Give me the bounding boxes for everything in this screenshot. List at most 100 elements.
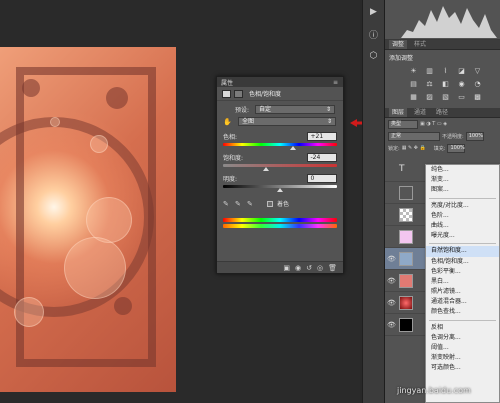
- menu-item[interactable]: 渐变...: [426, 175, 499, 185]
- properties-panel[interactable]: 属性 ≡ 色相/饱和度 预设: 自定 ⇕ ✋ 全图 ⇕ 色相: +21 饱和度: -…: [216, 76, 344, 274]
- saturation-field[interactable]: -24: [307, 153, 337, 162]
- visibility-icon[interactable]: 👁: [387, 299, 396, 307]
- tab-channels[interactable]: 通道: [411, 108, 429, 117]
- curves-icon[interactable]: ⌇: [441, 67, 450, 75]
- chevron-down-icon: ⇕: [325, 106, 331, 113]
- saturation-track: [223, 164, 337, 167]
- menu-item[interactable]: 色彩平衡...: [426, 267, 499, 277]
- visibility-icon[interactable]: 👁: [387, 277, 396, 285]
- hue-label: 色相:: [223, 134, 238, 141]
- saturation-slider[interactable]: [223, 164, 337, 172]
- add-adjustment-label: 添加调整: [389, 55, 414, 62]
- histogram-panel: [385, 0, 500, 40]
- hue-track: [223, 143, 337, 146]
- levels-icon[interactable]: ▥: [425, 67, 434, 75]
- black-white-icon[interactable]: ◧: [441, 80, 450, 88]
- posterize-icon[interactable]: ▨: [425, 93, 434, 101]
- brightness-icon[interactable]: ☀: [409, 67, 418, 75]
- photo-filter-icon[interactable]: ◉: [457, 80, 466, 88]
- opacity-field[interactable]: 100%: [465, 131, 484, 141]
- eyedropper-minus-icon[interactable]: ✎: [247, 200, 255, 208]
- menu-item[interactable]: 纯色...: [426, 165, 499, 175]
- saturation-slider-handle[interactable]: [263, 167, 270, 171]
- chevron-down-icon: ⇕: [326, 118, 332, 125]
- filter-icons[interactable]: ▣ ◑ T ▭ ◈: [420, 121, 447, 127]
- panel-menu-icon[interactable]: ≡: [333, 79, 339, 86]
- channel-select[interactable]: 全图 ⇕: [238, 117, 336, 126]
- adjustment-icon[interactable]: [222, 89, 231, 98]
- collapsed-panel-strip: ▶ ⓘ ⬡: [362, 0, 384, 403]
- layer-thumbnail: [399, 295, 413, 310]
- eyedropper-plus-icon[interactable]: ✎: [235, 200, 243, 208]
- menu-separator: [429, 197, 496, 199]
- preset-select[interactable]: 自定 ⇕: [255, 105, 335, 114]
- hue-slider[interactable]: [223, 143, 337, 151]
- exposure-icon[interactable]: ◪: [457, 67, 466, 75]
- info-icon[interactable]: ⓘ: [366, 26, 382, 42]
- tab-styles[interactable]: 样式: [411, 40, 429, 49]
- selective-color-icon[interactable]: ▩: [473, 93, 482, 101]
- new-adjustment-layer-menu[interactable]: 纯色... 渐变... 图案... 亮度/对比度... 色阶... 曲线... 曝光度...…: [425, 164, 500, 403]
- reset-icon[interactable]: ↺: [306, 264, 312, 272]
- layer-kind-filter[interactable]: 类型: [388, 119, 418, 129]
- menu-item[interactable]: 亮度/对比度...: [426, 201, 499, 211]
- menu-item[interactable]: 色阶...: [426, 211, 499, 221]
- mask-icon[interactable]: [234, 89, 243, 98]
- properties-tab-label[interactable]: 属性: [221, 78, 233, 87]
- menu-item[interactable]: 通道混合器...: [426, 297, 499, 307]
- menu-item[interactable]: 黑白...: [426, 277, 499, 287]
- lightness-slider-handle[interactable]: [277, 188, 283, 192]
- menu-item[interactable]: 色调分离...: [426, 333, 499, 343]
- view-previous-icon[interactable]: ◉: [295, 264, 301, 272]
- colorize-label: 着色: [277, 201, 290, 208]
- visibility-icon[interactable]: ◎: [317, 264, 323, 272]
- blend-mode-select[interactable]: 正常: [388, 131, 440, 141]
- hue-saturation-icon[interactable]: ▤: [409, 80, 418, 88]
- opacity-label: 不透明度:: [442, 133, 464, 140]
- menu-item[interactable]: 照片滤镜...: [426, 287, 499, 297]
- hand-tool-icon[interactable]: ✋: [223, 118, 237, 126]
- menu-item[interactable]: 可选颜色...: [426, 363, 499, 373]
- menu-item[interactable]: 曝光度...: [426, 231, 499, 241]
- preset-label: 预设:: [235, 107, 250, 114]
- invert-icon[interactable]: ▦: [409, 93, 418, 101]
- visibility-icon[interactable]: 👁: [387, 321, 396, 329]
- tab-layers[interactable]: 图层: [389, 108, 408, 117]
- fill-field[interactable]: 100%: [447, 143, 466, 153]
- tab-adjustments[interactable]: 调整: [389, 40, 408, 49]
- artwork-image: [0, 47, 176, 392]
- gradient-map-icon[interactable]: ▭: [457, 93, 466, 101]
- lightness-field[interactable]: 0: [307, 174, 337, 183]
- tab-paths[interactable]: 路径: [433, 108, 451, 117]
- menu-item[interactable]: 色相/饱和度...: [426, 257, 499, 267]
- threshold-icon[interactable]: ▧: [441, 93, 450, 101]
- delete-icon[interactable]: 🗑: [328, 264, 337, 272]
- play-icon[interactable]: ▶: [366, 4, 382, 20]
- menu-item[interactable]: 图案...: [426, 185, 499, 195]
- adjustment-title: 色相/饱和度: [249, 91, 282, 98]
- menu-item[interactable]: 颜色查找...: [426, 307, 499, 317]
- properties-titlebar[interactable]: 属性 ≡: [217, 77, 343, 87]
- layer-thumbnail: [399, 185, 413, 200]
- hue-slider-handle[interactable]: [289, 146, 296, 150]
- channel-mixer-icon[interactable]: ◔: [473, 80, 482, 88]
- color-balance-icon[interactable]: ⚖: [425, 80, 434, 88]
- text-layer-icon: T: [399, 163, 405, 174]
- 3d-icon[interactable]: ⬡: [366, 48, 382, 64]
- menu-item[interactable]: 自然饱和度...: [426, 246, 499, 257]
- menu-item[interactable]: 曲线...: [426, 221, 499, 231]
- hue-field[interactable]: +21: [307, 132, 337, 141]
- menu-item[interactable]: 渐变映射...: [426, 353, 499, 363]
- visibility-icon[interactable]: 👁: [387, 255, 396, 263]
- colorize-checkbox[interactable]: [267, 200, 273, 207]
- lock-icons[interactable]: ▦ ✎ ✥ 🔒: [402, 145, 426, 151]
- lightness-slider[interactable]: [223, 185, 337, 193]
- vibrance-icon[interactable]: ▽: [473, 67, 482, 75]
- eyedropper-icon[interactable]: ✎: [223, 200, 231, 208]
- layer-thumbnail: [399, 317, 413, 332]
- menu-separator: [429, 243, 496, 245]
- menu-item[interactable]: 阈值...: [426, 343, 499, 353]
- menu-item[interactable]: 反相: [426, 323, 499, 333]
- clip-to-layer-icon[interactable]: ▣: [283, 264, 290, 272]
- watermark-text: jingyan.baidu.com: [397, 386, 471, 395]
